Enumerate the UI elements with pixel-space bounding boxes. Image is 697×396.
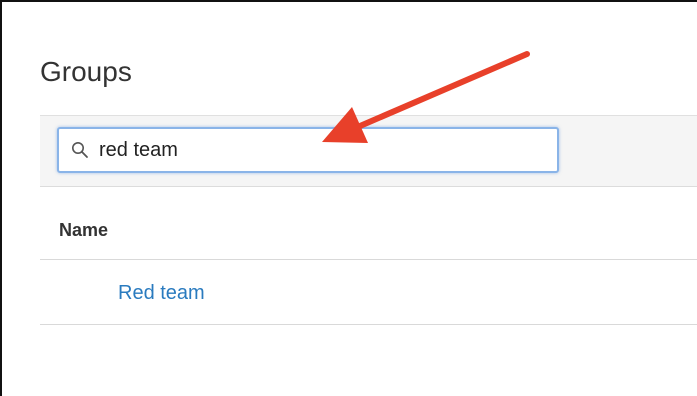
header-divider <box>40 259 697 260</box>
group-link-red-team[interactable]: Red team <box>118 282 205 305</box>
search-input[interactable] <box>99 135 539 165</box>
row-divider <box>40 324 697 325</box>
page-title: Groups <box>40 56 132 87</box>
page-frame: Groups Name Red team <box>0 0 697 396</box>
search-toolbar <box>40 115 697 187</box>
search-box[interactable] <box>57 127 559 173</box>
column-header-name: Name <box>59 220 109 240</box>
search-icon <box>72 142 88 158</box>
